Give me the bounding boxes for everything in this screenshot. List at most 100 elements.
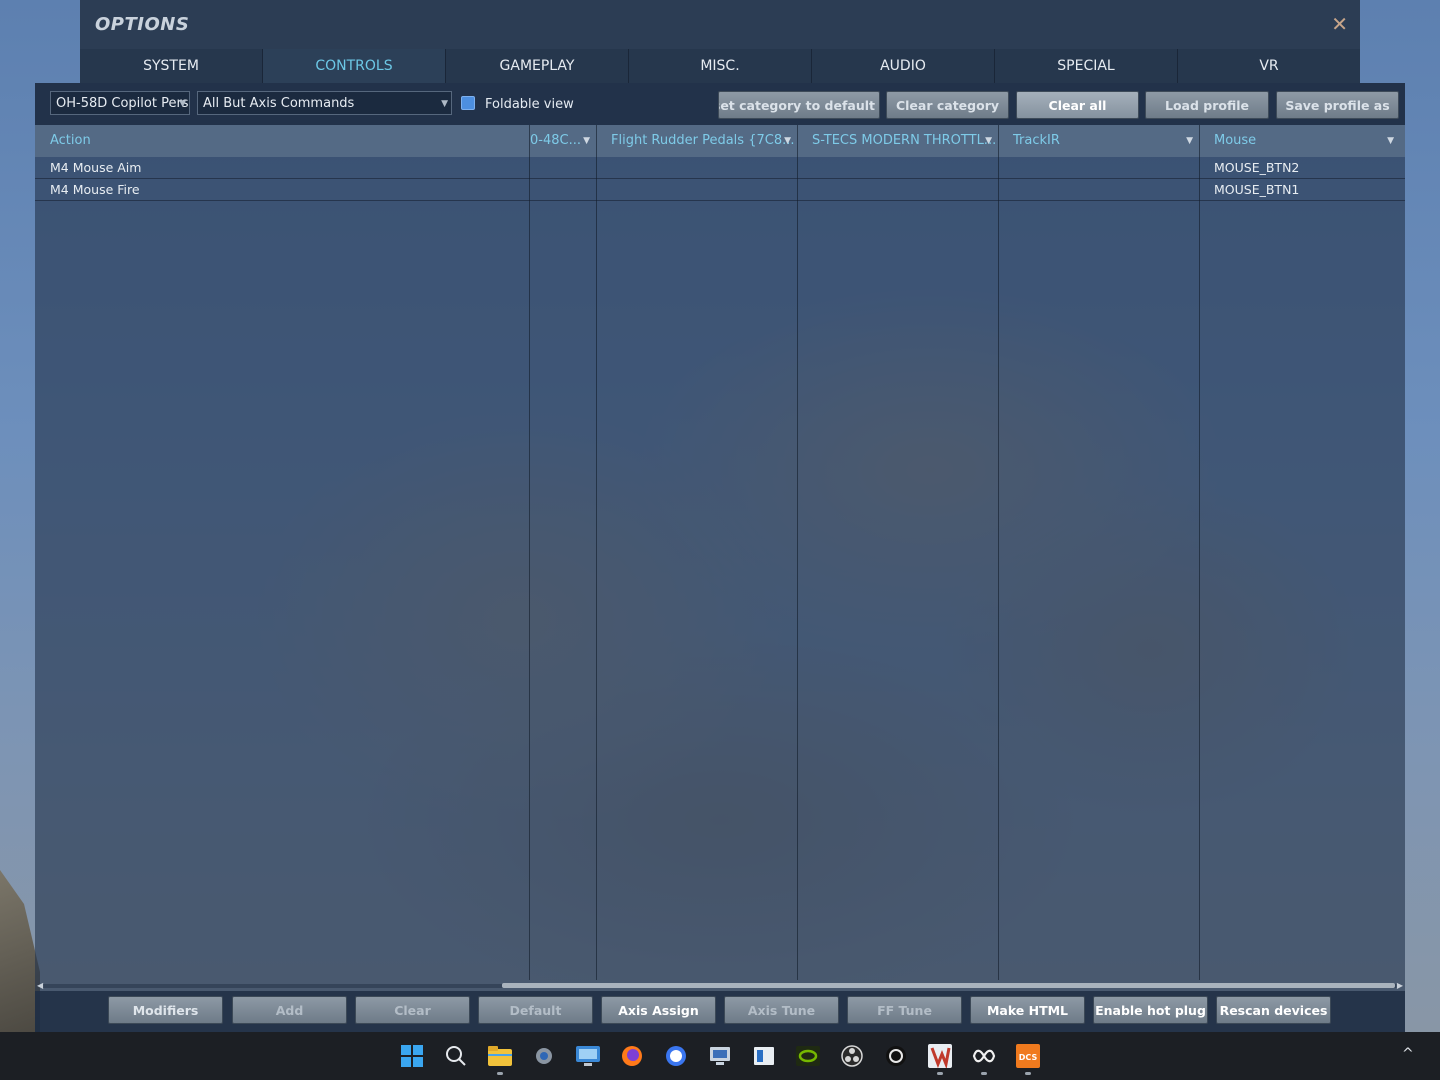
dcs-icon[interactable]: DCS	[1016, 1044, 1040, 1068]
column-header-device-1[interactable]: 0-48C... ▼	[529, 125, 596, 157]
column-header-trackir[interactable]: TrackIR ▼	[998, 125, 1199, 157]
clear-category-button[interactable]: Clear category	[886, 91, 1009, 119]
action-cell[interactable]: M4 Mouse Fire	[35, 179, 140, 200]
tab-misc[interactable]: MISC.	[629, 49, 812, 83]
column-header-throttle[interactable]: S-TECS MODERN THROTTL... ▼	[797, 125, 998, 157]
openai-icon[interactable]	[884, 1044, 908, 1068]
column-header-mouse[interactable]: Mouse ▼	[1199, 125, 1400, 157]
column-header-label: Action	[50, 133, 91, 148]
bindings-table: Action 0-48C... ▼ Flight Rudder Pedals {…	[35, 125, 1405, 980]
tray-chevron-icon[interactable]: ^	[1402, 1046, 1414, 1062]
reset-category-button[interactable]: Reset category to default	[718, 91, 880, 119]
firefox-icon[interactable]	[620, 1044, 644, 1068]
column-divider	[797, 125, 798, 980]
category-select[interactable]: All But Axis Commands ▼	[197, 91, 452, 115]
default-button[interactable]: Default	[478, 996, 593, 1024]
action-button-bar: Modifiers Add Clear Default Axis Assign …	[35, 991, 1405, 1032]
binding-cell[interactable]: MOUSE_BTN1	[1199, 179, 1299, 200]
binding-cell[interactable]: MOUSE_BTN2	[1199, 157, 1299, 178]
title-bar: OPTIONS ✕	[80, 0, 1360, 49]
obs-icon[interactable]	[840, 1044, 864, 1068]
windows-start-icon[interactable]	[400, 1044, 424, 1068]
remote-desktop-icon[interactable]	[576, 1044, 600, 1068]
file-explorer-icon[interactable]	[488, 1044, 512, 1068]
scrollbar-thumb[interactable]	[502, 983, 1395, 988]
clear-button[interactable]: Clear	[355, 996, 470, 1024]
column-divider	[1199, 125, 1200, 980]
monitor-app-icon[interactable]	[708, 1044, 732, 1068]
binding-cell[interactable]	[529, 157, 544, 178]
tab-special[interactable]: SPECIAL	[995, 49, 1178, 83]
search-icon[interactable]	[444, 1044, 468, 1068]
column-header-label: TrackIR	[1013, 133, 1060, 148]
binding-cell[interactable]	[797, 179, 812, 200]
ff-tune-button[interactable]: FF Tune	[847, 996, 962, 1024]
options-window: OPTIONS ✕ SYSTEM CONTROLS GAMEPLAY MISC.…	[35, 0, 1405, 1032]
settings-icon[interactable]	[532, 1044, 556, 1068]
running-indicator	[981, 1072, 987, 1075]
mountain-rock	[0, 870, 40, 1040]
chevron-down-icon[interactable]: ▼	[1387, 125, 1394, 157]
binding-cell[interactable]	[529, 179, 544, 200]
rescan-devices-button[interactable]: Rescan devices	[1216, 996, 1331, 1024]
window-title: OPTIONS	[95, 14, 190, 35]
dcs-icon-label: DCS	[1019, 1053, 1038, 1062]
chevron-down-icon[interactable]: ▼	[583, 125, 590, 157]
close-icon[interactable]: ✕	[1331, 12, 1348, 36]
column-header-label: Flight Rudder Pedals {7C8...	[611, 133, 795, 148]
tab-audio[interactable]: AUDIO	[812, 49, 995, 83]
column-divider	[529, 125, 530, 980]
signal-icon[interactable]	[664, 1044, 688, 1068]
enable-hot-plug-button[interactable]: Enable hot plug	[1093, 996, 1208, 1024]
binding-cell[interactable]	[797, 157, 812, 178]
taskbar: DCS ^	[0, 1032, 1440, 1080]
chevron-down-icon[interactable]: ▼	[784, 125, 791, 157]
table-row[interactable]: M4 Mouse Aim MOUSE_BTN2	[35, 157, 1405, 179]
tab-vr[interactable]: VR	[1178, 49, 1360, 83]
running-indicator	[1025, 1072, 1031, 1075]
column-header-action[interactable]: Action	[35, 125, 529, 157]
winamp-icon[interactable]	[928, 1044, 952, 1068]
meta-icon[interactable]	[972, 1044, 996, 1068]
controls-toolbar: OH-58D Copilot Pers ▼ All But Axis Comma…	[35, 83, 1405, 125]
column-header-label: 0-48C...	[530, 133, 581, 148]
foldable-view-checkbox[interactable]	[461, 96, 475, 110]
binding-cell[interactable]	[596, 157, 611, 178]
controls-panel: OH-58D Copilot Pers ▼ All But Axis Comma…	[35, 83, 1405, 1032]
foldable-view-label: Foldable view	[485, 97, 574, 112]
chevron-down-icon[interactable]: ▼	[985, 125, 992, 157]
axis-tune-button[interactable]: Axis Tune	[724, 996, 839, 1024]
action-cell[interactable]: M4 Mouse Aim	[35, 157, 141, 178]
load-profile-button[interactable]: Load profile	[1145, 91, 1269, 119]
nvidia-icon[interactable]	[796, 1044, 820, 1068]
modifiers-button[interactable]: Modifiers	[108, 996, 223, 1024]
tab-gameplay[interactable]: GAMEPLAY	[446, 49, 629, 83]
column-divider	[596, 125, 597, 980]
aircraft-select[interactable]: OH-58D Copilot Pers ▼	[50, 91, 190, 115]
running-indicator	[497, 1072, 503, 1075]
clear-all-button[interactable]: Clear all	[1016, 91, 1139, 119]
tab-system[interactable]: SYSTEM	[80, 49, 263, 83]
column-header-label: S-TECS MODERN THROTTL...	[812, 133, 997, 148]
add-button[interactable]: Add	[232, 996, 347, 1024]
binding-cell[interactable]	[998, 179, 1013, 200]
make-html-button[interactable]: Make HTML	[970, 996, 1085, 1024]
store-app-icon[interactable]	[752, 1044, 776, 1068]
binding-cell[interactable]	[596, 179, 611, 200]
binding-cell[interactable]	[998, 157, 1013, 178]
save-profile-button[interactable]: Save profile as	[1276, 91, 1399, 119]
column-header-label: Mouse	[1214, 133, 1257, 148]
chevron-down-icon[interactable]: ▼	[1186, 125, 1193, 157]
aircraft-select-value: OH-58D Copilot Pers	[56, 96, 189, 111]
column-header-rudder-pedals[interactable]: Flight Rudder Pedals {7C8... ▼	[596, 125, 797, 157]
axis-assign-button[interactable]: Axis Assign	[601, 996, 716, 1024]
category-select-value: All But Axis Commands	[203, 96, 355, 111]
running-indicator	[937, 1072, 943, 1075]
scroll-right-icon[interactable]: ▶	[1397, 981, 1403, 990]
table-row[interactable]: M4 Mouse Fire MOUSE_BTN1	[35, 179, 1405, 201]
chevron-down-icon: ▼	[179, 99, 186, 109]
tab-bar: SYSTEM CONTROLS GAMEPLAY MISC. AUDIO SPE…	[80, 49, 1360, 83]
horizontal-scrollbar[interactable]: ◀ ▶	[35, 981, 1405, 991]
column-divider	[998, 125, 999, 980]
tab-controls[interactable]: CONTROLS	[263, 49, 446, 83]
